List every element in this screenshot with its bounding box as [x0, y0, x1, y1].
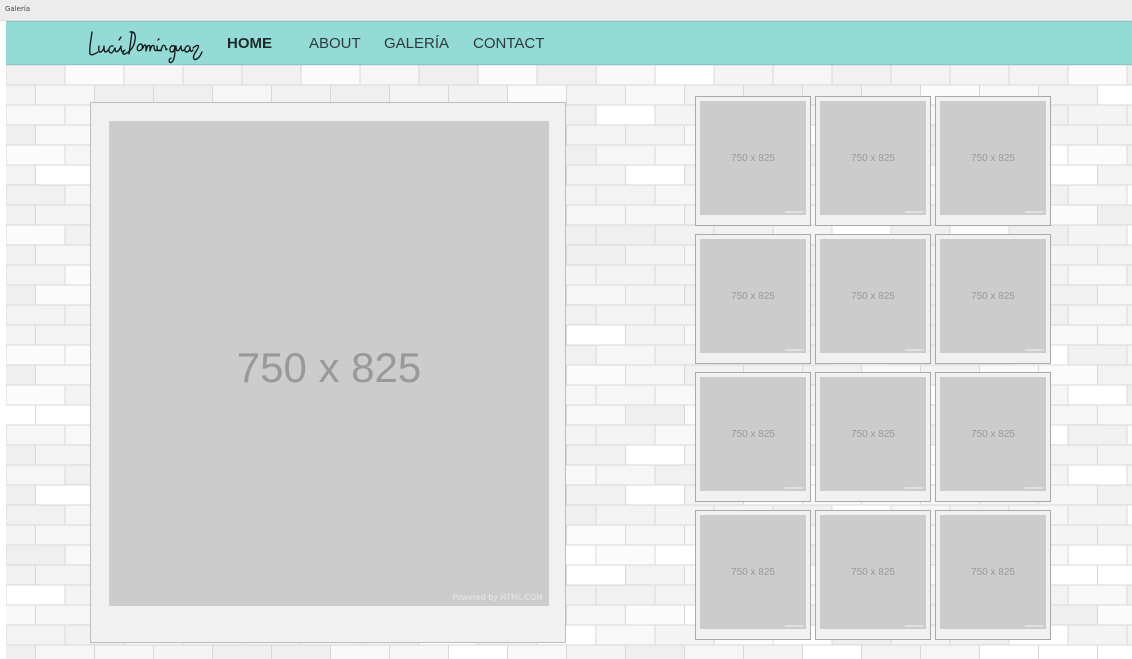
nav-about[interactable]: ABOUT	[309, 35, 361, 52]
thumb-credit-mark	[1025, 487, 1043, 489]
gallery-thumb[interactable]: 750 x 825	[935, 510, 1051, 640]
gallery-thumb[interactable]: 750 x 825	[695, 96, 811, 226]
thumb-placeholder: 750 x 825	[851, 566, 895, 578]
thumb-placeholder: 750 x 825	[971, 428, 1015, 440]
signature-logo[interactable]	[86, 22, 206, 66]
thumb-placeholder: 750 x 825	[971, 566, 1015, 578]
gallery-thumb[interactable]: 750 x 825	[935, 372, 1051, 502]
featured-photo-credit: Powered by HTML.COM	[452, 593, 543, 602]
thumb-photo: 750 x 825	[940, 101, 1046, 215]
gallery-grid: 750 x 825 750 x 825 750 x 825 750 x 825 …	[695, 96, 1053, 641]
thumb-photo: 750 x 825	[700, 515, 806, 629]
thumb-photo: 750 x 825	[700, 101, 806, 215]
thumb-credit-mark	[905, 349, 923, 351]
thumb-photo: 750 x 825	[700, 239, 806, 353]
thumb-placeholder: 750 x 825	[731, 566, 775, 578]
thumb-credit-mark	[1025, 349, 1043, 351]
thumb-credit-mark	[785, 349, 803, 351]
featured-photo-placeholder: 750 x 825	[236, 343, 422, 391]
top-navbar: HOME ABOUT GALERÍA CONTACT	[6, 21, 1132, 65]
gallery-thumb[interactable]: 750 x 825	[815, 510, 931, 640]
gallery-thumb[interactable]: 750 x 825	[695, 234, 811, 364]
thumb-photo: 750 x 825	[820, 377, 926, 491]
window-titlebar: Galería	[0, 0, 1132, 21]
thumb-credit-mark	[785, 487, 803, 489]
nav-home[interactable]: HOME	[227, 35, 272, 52]
thumb-photo: 750 x 825	[940, 515, 1046, 629]
thumb-photo: 750 x 825	[820, 101, 926, 215]
gallery-thumb[interactable]: 750 x 825	[935, 234, 1051, 364]
thumb-photo: 750 x 825	[940, 239, 1046, 353]
gallery-thumb[interactable]: 750 x 825	[935, 96, 1051, 226]
gallery-thumb[interactable]: 750 x 825	[815, 234, 931, 364]
featured-photo-frame[interactable]: 750 x 825 Powered by HTML.COM	[90, 102, 566, 643]
gallery-thumb[interactable]: 750 x 825	[695, 510, 811, 640]
gallery-thumb[interactable]: 750 x 825	[815, 372, 931, 502]
gallery-thumb[interactable]: 750 x 825	[815, 96, 931, 226]
thumb-placeholder: 750 x 825	[731, 428, 775, 440]
thumb-credit-mark	[785, 211, 803, 213]
thumb-placeholder: 750 x 825	[971, 290, 1015, 302]
thumb-photo: 750 x 825	[940, 377, 1046, 491]
thumb-placeholder: 750 x 825	[851, 290, 895, 302]
nav-contact[interactable]: CONTACT	[473, 35, 544, 52]
thumb-credit-mark	[905, 625, 923, 627]
thumb-placeholder: 750 x 825	[851, 428, 895, 440]
thumb-photo: 750 x 825	[820, 239, 926, 353]
thumb-placeholder: 750 x 825	[851, 152, 895, 164]
featured-photo[interactable]: 750 x 825 Powered by HTML.COM	[109, 121, 549, 606]
thumb-credit-mark	[1025, 211, 1043, 213]
signature-logo-icon	[89, 31, 203, 64]
thumb-credit-mark	[785, 625, 803, 627]
thumb-placeholder: 750 x 825	[731, 290, 775, 302]
thumb-photo: 750 x 825	[700, 377, 806, 491]
gallery-thumb[interactable]: 750 x 825	[695, 372, 811, 502]
window-title: Galería	[5, 5, 31, 13]
thumb-credit-mark	[905, 211, 923, 213]
thumb-placeholder: 750 x 825	[971, 152, 1015, 164]
page: HOME ABOUT GALERÍA CONTACT 750 x 825 Pow…	[6, 21, 1132, 659]
thumb-credit-mark	[1025, 625, 1043, 627]
thumb-credit-mark	[905, 487, 923, 489]
thumb-placeholder: 750 x 825	[731, 152, 775, 164]
nav-galeria[interactable]: GALERÍA	[384, 35, 449, 52]
thumb-photo: 750 x 825	[820, 515, 926, 629]
